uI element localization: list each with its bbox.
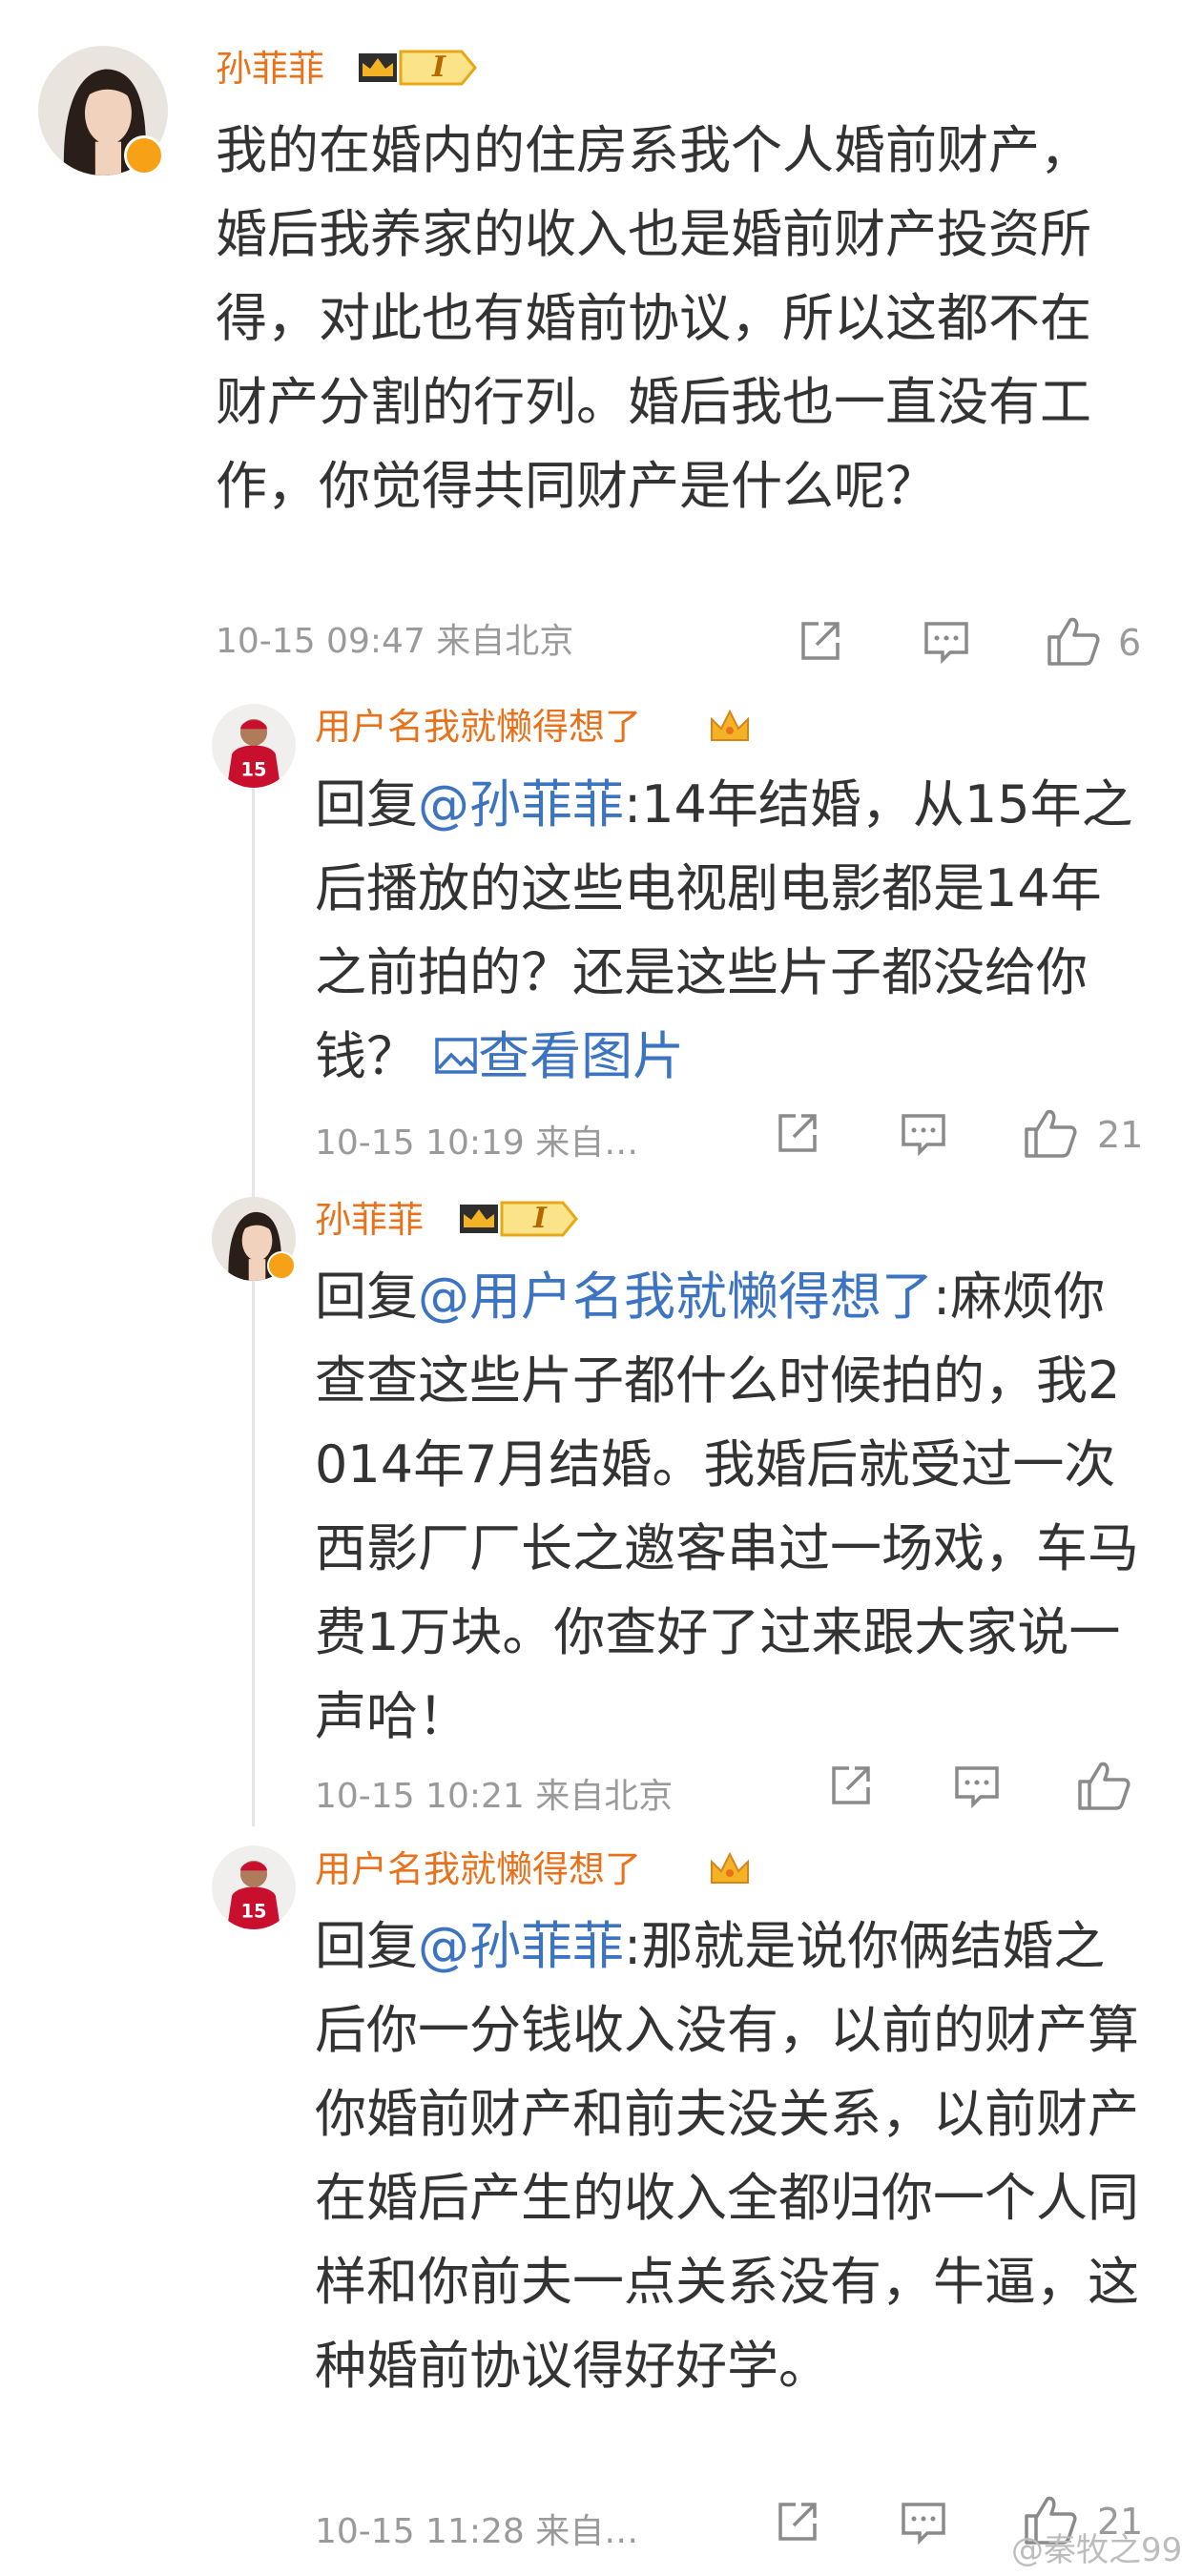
repost-icon[interactable] [773,1108,822,1158]
reply-prefix: 回复 [315,1267,418,1327]
reply-meta: 10-15 10:21 来自北京 [315,1774,673,1820]
mention-link[interactable]: @用户名我就懒得想了 [418,1267,933,1327]
image-icon [435,1038,477,1074]
verified-badge-icon [267,1251,296,1280]
crown-icon [711,709,749,741]
svg-text:15: 15 [241,759,267,781]
reply-content: :麻烦你查查这些片子都什么时候拍的，我2014年7月结婚。我婚后就受过一次西影厂… [315,1267,1139,1746]
main-comment-like-count: 6 [1118,622,1142,664]
avatar-reply-user[interactable]: 15 [212,1845,296,1929]
reply-username[interactable]: 孙菲菲 [315,1197,424,1243]
mention-link[interactable]: @孙菲菲 [418,774,624,835]
reply-meta: 10-15 11:28 来自… [315,2509,638,2555]
avatar-reply-user[interactable]: 15 [212,704,296,788]
vip-level-label: I [431,51,446,84]
thread-line [252,777,255,1826]
reply-time: 10-15 10:19 [315,1123,525,1163]
reply-source: 来自… [535,2512,639,2551]
reply-source: 来自… [535,1123,639,1163]
reply-prefix: 回复 [315,774,418,835]
reply-text: 回复@孙菲菲:14年结婚，从15年之后播放的这些电视剧电影都是14年之前拍的？还… [315,763,1145,1099]
mention-link[interactable]: @孙菲菲 [418,1916,624,1976]
main-comment-meta: 10-15 09:47 来自北京 [216,619,573,665]
reply-text: 回复@孙菲菲:那就是说你俩结婚之后你一分钱收入没有，以前的财产算你婚前财产和前夫… [315,1905,1145,2408]
reply-time: 10-15 10:21 [315,1777,525,1816]
repost-icon[interactable] [796,616,845,666]
repost-icon[interactable] [826,1761,876,1810]
verified-badge-icon [124,135,164,175]
like-icon[interactable] [1076,1759,1131,1812]
watermark: @秦牧之99 [1011,2531,1182,2569]
reply-username[interactable]: 用户名我就懒得想了 [315,704,641,750]
vip-level-label: I [532,1202,548,1235]
reply-content: :那就是说你俩结婚之后你一分钱收入没有，以前的财产算你婚前财产和前夫没关系，以前… [315,1916,1139,2396]
crown-icon [711,1851,749,1884]
view-image-link[interactable]: 查看图片 [434,1026,684,1086]
main-comment-username[interactable]: 孙菲菲 [216,46,324,92]
reply-meta: 10-15 10:19 来自… [315,1121,638,1166]
comment-icon[interactable] [922,616,971,666]
reply-time: 10-15 11:28 [315,2512,525,2551]
reply-like-count: 21 [1097,1114,1144,1156]
repost-icon[interactable] [773,2497,822,2546]
reply-text: 回复@用户名我就懒得想了:麻烦你查查这些片子都什么时候拍的，我2014年7月结婚… [315,1255,1145,1759]
crown-vip-icon[interactable] [456,1199,582,1239]
main-comment-source: 来自北京 [436,622,574,661]
comment-icon[interactable] [899,2497,948,2546]
crown-vip-icon[interactable] [355,48,481,88]
like-icon[interactable] [1023,1106,1078,1160]
comment-icon[interactable] [952,1761,1002,1810]
reply-prefix: 回复 [315,1916,418,1976]
main-comment-text: 我的在婚内的住房系我个人婚前财产，婚后我养家的收入也是婚前财产投资所得，对此也有… [216,120,1091,516]
like-icon[interactable] [1046,614,1101,668]
reply-username[interactable]: 用户名我就懒得想了 [315,1846,641,1892]
svg-text:15: 15 [241,1901,267,1923]
view-image-label: 查看图片 [478,1026,685,1086]
comment-icon[interactable] [899,1108,948,1158]
reply-source: 来自北京 [535,1777,674,1816]
main-comment-time: 10-15 09:47 [216,622,425,661]
